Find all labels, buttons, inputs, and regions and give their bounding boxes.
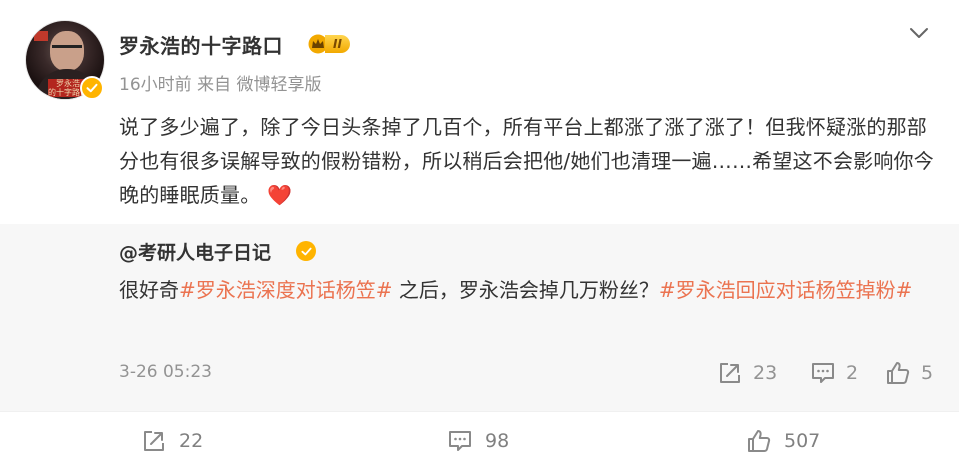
repost-button[interactable]: 22 xyxy=(141,428,203,454)
repost-icon xyxy=(144,431,164,451)
retweet-text-middle: 之后，罗永浩会掉几万粉丝？ xyxy=(392,278,659,302)
retweet-like-button[interactable]: 5 xyxy=(885,360,933,386)
vip-badge[interactable]: II xyxy=(307,33,350,55)
chevron-down-icon[interactable] xyxy=(908,26,930,40)
comment-icon xyxy=(812,363,834,383)
repost-count: 22 xyxy=(179,430,204,452)
like-icon xyxy=(748,430,771,452)
vip-level: II xyxy=(325,35,350,53)
avatar-logo-mark xyxy=(34,31,48,41)
verified-icon xyxy=(80,76,104,100)
post-meta: 16小时前 来自 微博轻享版 xyxy=(119,70,321,95)
topic-link[interactable]: #罗永浩深度对话杨笠# xyxy=(179,278,393,302)
post-action-bar: 22 98 507 xyxy=(0,411,959,471)
avatar-glasses xyxy=(52,45,82,51)
retweet-repost-count: 23 xyxy=(753,362,778,384)
retweet-like-count: 5 xyxy=(921,362,934,384)
retweet-text-before: 很好奇 xyxy=(119,278,179,302)
post-time[interactable]: 16小时前 xyxy=(119,75,192,95)
retweet-verified-icon xyxy=(296,241,316,261)
post-text: 说了多少遍了，除了今日头条掉了几百个，所有平台上都涨了涨了涨了！但我怀疑涨的那部… xyxy=(119,110,939,212)
topic-link[interactable]: #罗永浩回应对话杨笠掉粉# xyxy=(659,278,913,302)
retweet-comment-count: 2 xyxy=(846,362,859,384)
like-icon xyxy=(887,362,910,384)
retweet-card[interactable]: @考研人电子日记 很好奇#罗永浩深度对话杨笠# 之后，罗永浩会掉几万粉丝？#罗永… xyxy=(0,224,959,411)
retweet-comment-button[interactable]: 2 xyxy=(810,360,858,386)
heart-emoji: ❤️ xyxy=(266,183,293,207)
comment-button[interactable]: 98 xyxy=(447,428,509,454)
retweet-repost-button[interactable]: 23 xyxy=(717,360,777,386)
repost-icon xyxy=(720,363,740,383)
retweet-timestamp[interactable]: 3-26 05:23 xyxy=(119,362,212,382)
post-body: 说了多少遍了，除了今日头条掉了几百个，所有平台上都涨了涨了涨了！但我怀疑涨的那部… xyxy=(119,115,934,207)
like-button[interactable]: 507 xyxy=(746,428,820,454)
retweet-text: 很好奇#罗永浩深度对话杨笠# 之后，罗永浩会掉几万粉丝？#罗永浩回应对话杨笠掉粉… xyxy=(119,272,939,309)
post-source: 来自 微博轻享版 xyxy=(197,75,322,95)
author-name[interactable]: 罗永浩的十字路口 xyxy=(119,30,283,59)
comment-icon xyxy=(449,431,471,451)
comment-count: 98 xyxy=(485,430,510,452)
retweet-author[interactable]: @考研人电子日记 xyxy=(119,238,271,265)
like-count: 507 xyxy=(784,430,821,452)
avatar-face xyxy=(50,31,84,71)
